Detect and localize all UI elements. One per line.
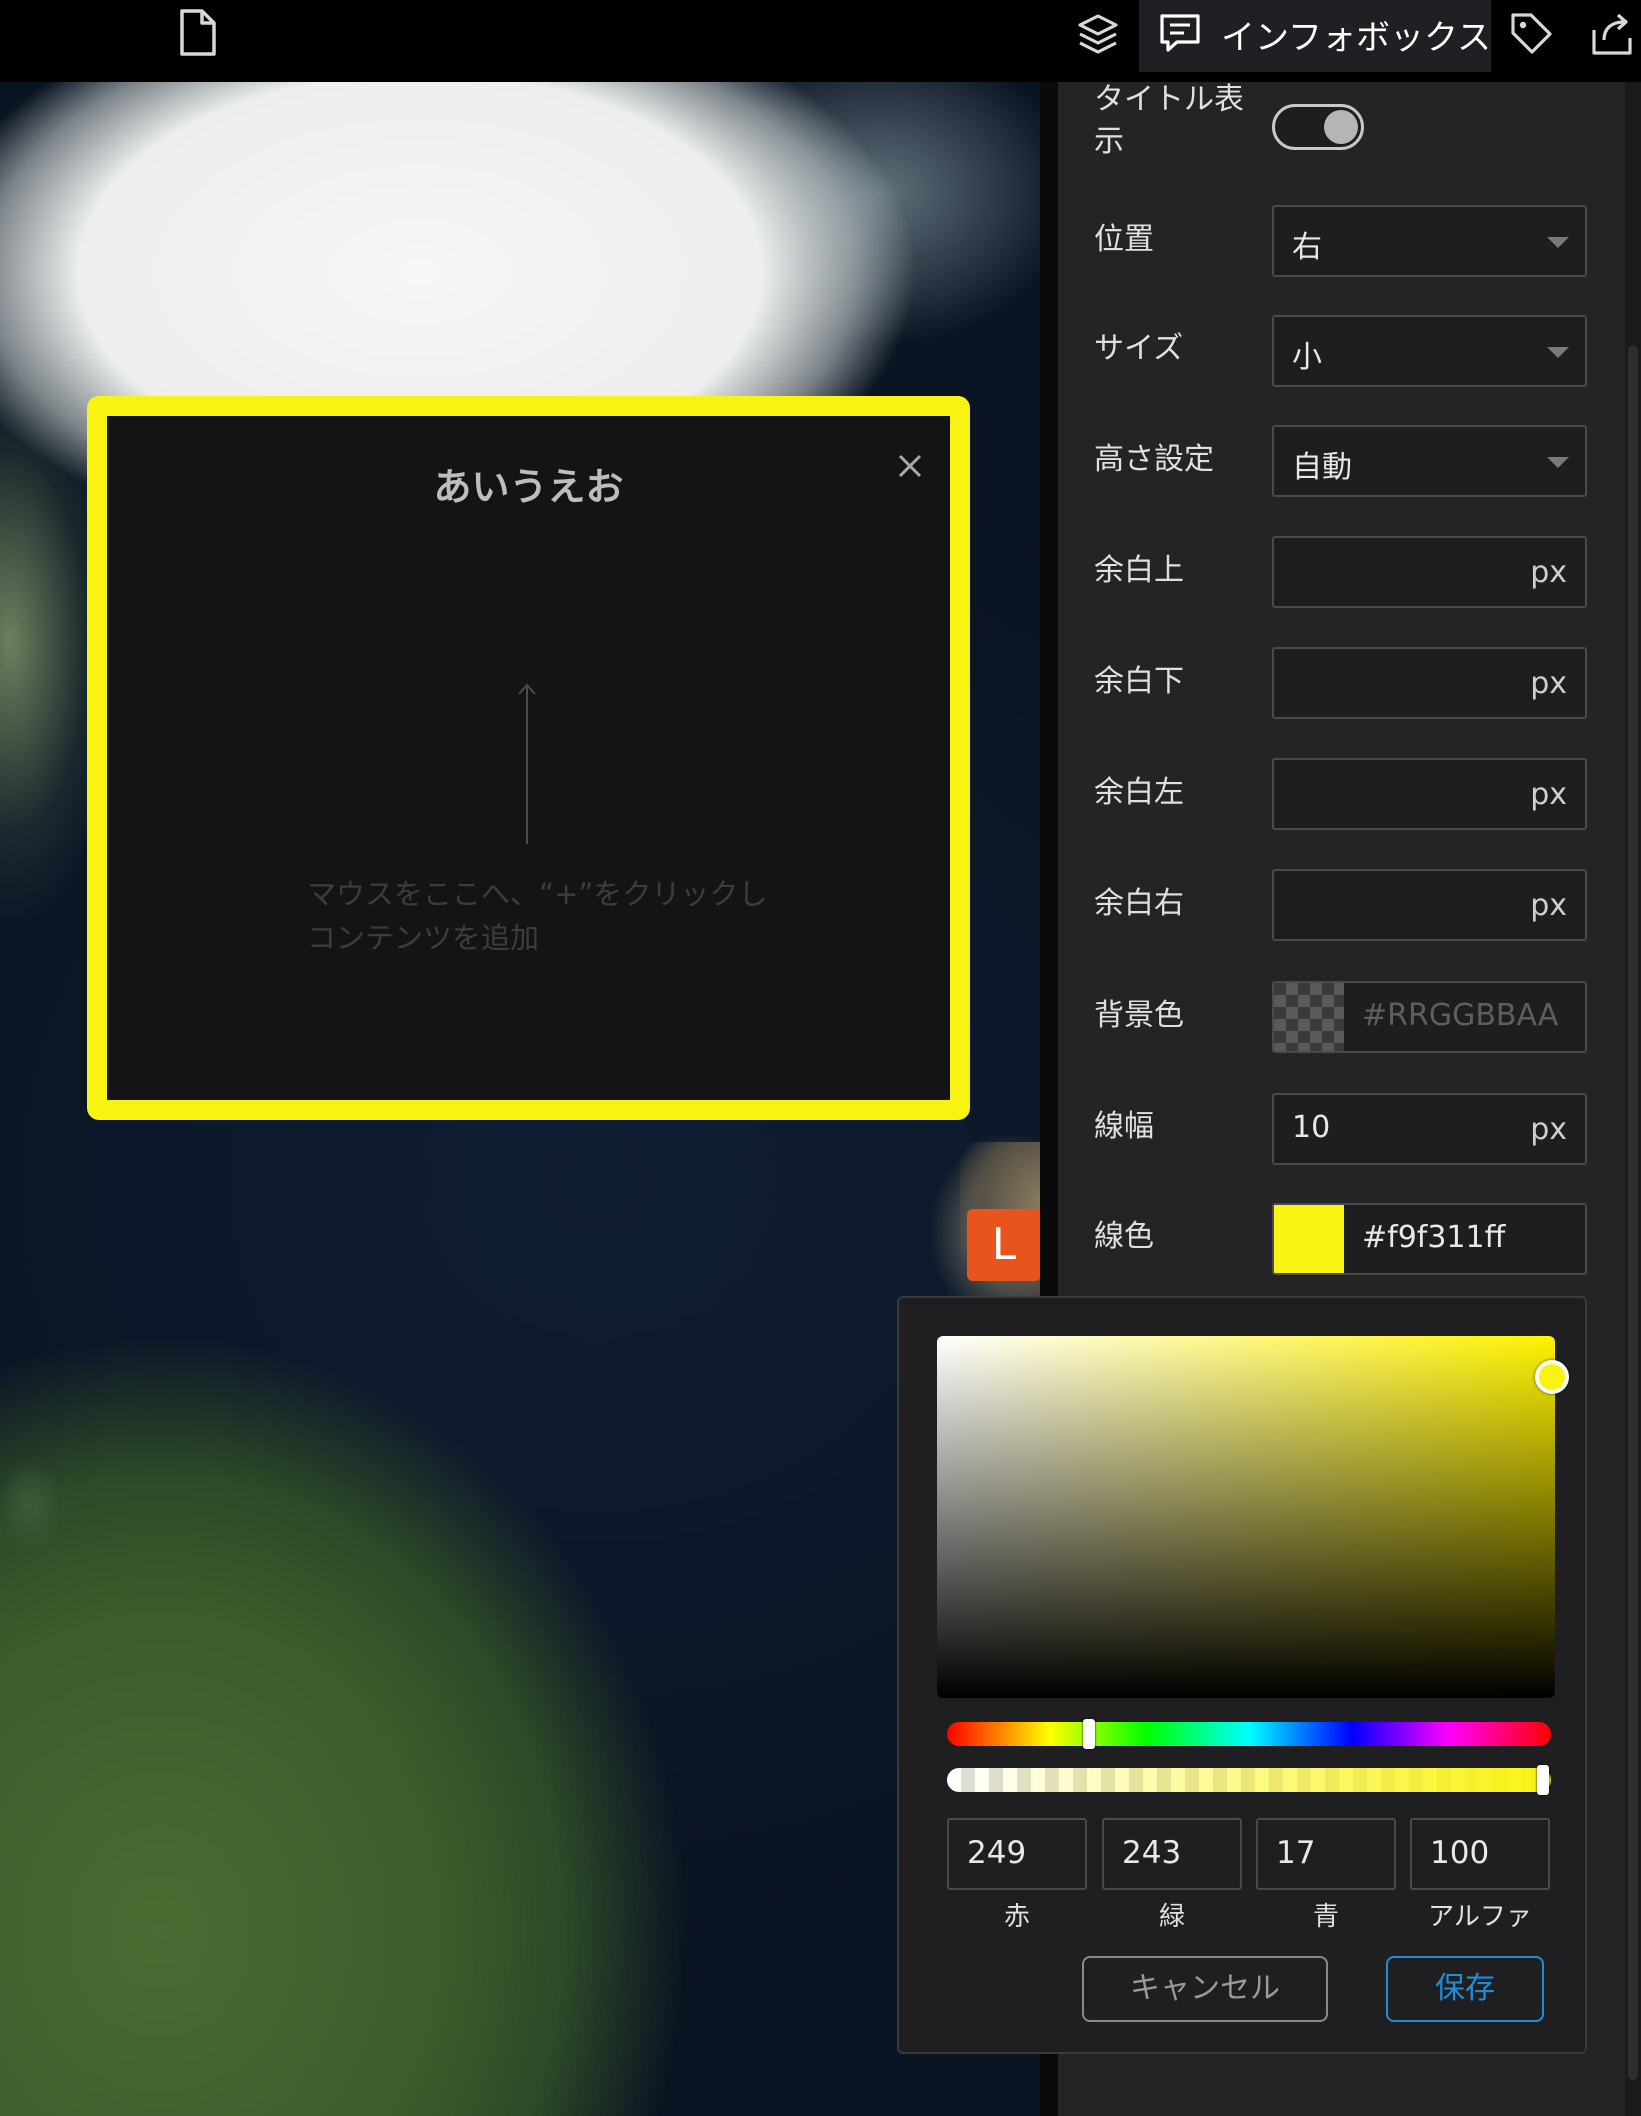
border-width-label: 線幅 xyxy=(1094,1109,1154,1144)
export-icon[interactable] xyxy=(1590,10,1636,58)
hint-line-1: マウスをここへ、“+”をクリックし xyxy=(307,877,768,911)
green-input[interactable]: 243 xyxy=(1102,1818,1242,1890)
margin-left-input[interactable]: px xyxy=(1272,758,1587,830)
infobox-preview: あいうえお マウスをここへ、“+”をクリックし コンテンツを追加 xyxy=(87,396,970,1120)
red-label: 赤 xyxy=(1003,1902,1030,1932)
border-color-label: 線色 xyxy=(1094,1219,1154,1254)
margin-right-input[interactable]: px xyxy=(1272,869,1587,941)
toggle-knob xyxy=(1324,110,1358,144)
background-color-placeholder: #RRGGBBAA xyxy=(1362,998,1559,1033)
cancel-button[interactable]: キャンセル xyxy=(1082,1956,1328,2022)
unit-label: px xyxy=(1530,777,1567,812)
position-label: 位置 xyxy=(1094,222,1154,257)
height-value: 自動 xyxy=(1292,450,1352,485)
color-cursor[interactable] xyxy=(1535,1360,1569,1394)
color-picker: 249 赤 243 緑 17 青 100 アルファ キャンセル 保存 xyxy=(897,1296,1587,2054)
infobox-title: あいうえお xyxy=(433,465,624,509)
add-content-hint[interactable]: マウスをここへ、“+”をクリックし コンテンツを追加 xyxy=(307,872,767,960)
position-select[interactable]: 右 xyxy=(1272,205,1587,277)
alpha-input[interactable]: 100 xyxy=(1410,1818,1550,1890)
chevron-down-icon xyxy=(1547,347,1569,358)
border-width-value: 10 xyxy=(1292,1110,1331,1145)
file-icon[interactable] xyxy=(176,8,220,58)
border-color-value: #f9f311ff xyxy=(1362,1220,1506,1255)
unit-label: px xyxy=(1530,555,1567,590)
scrollbar-thumb[interactable] xyxy=(1628,345,1638,2080)
top-toolbar: インフォボックス xyxy=(0,0,1641,82)
chevron-down-icon xyxy=(1547,237,1569,248)
unit-label: px xyxy=(1530,666,1567,701)
size-value: 小 xyxy=(1292,340,1322,375)
position-value: 右 xyxy=(1292,230,1322,265)
title-display-toggle[interactable] xyxy=(1272,104,1364,150)
tag-icon[interactable] xyxy=(1508,10,1554,56)
saturation-value-area[interactable] xyxy=(937,1336,1569,1698)
map-land-patch xyxy=(0,1462,60,1552)
alpha-slider[interactable] xyxy=(947,1765,1551,1795)
background-color-input[interactable]: #RRGGBBAA xyxy=(1272,981,1587,1053)
height-label: 高さ設定 xyxy=(1094,442,1214,477)
hue-handle[interactable] xyxy=(1083,1719,1095,1749)
height-select[interactable]: 自動 xyxy=(1272,425,1587,497)
alpha-label: アルファ xyxy=(1428,1902,1532,1932)
map-marker-l[interactable]: L xyxy=(967,1209,1041,1281)
tab-infobox-label: インフォボックス xyxy=(1221,18,1491,58)
tab-infobox[interactable]: インフォボックス xyxy=(1139,0,1491,72)
border-color-input[interactable]: #f9f311ff xyxy=(1272,1203,1587,1275)
close-icon[interactable] xyxy=(888,444,932,488)
unit-label: px xyxy=(1530,888,1567,923)
chevron-down-icon xyxy=(1547,457,1569,468)
margin-bottom-input[interactable]: px xyxy=(1272,647,1587,719)
blue-label: 青 xyxy=(1312,1902,1339,1932)
blue-input[interactable]: 17 xyxy=(1256,1818,1396,1890)
size-select[interactable]: 小 xyxy=(1272,315,1587,387)
hue-slider[interactable] xyxy=(947,1719,1551,1749)
border-width-input[interactable]: 10 px xyxy=(1272,1093,1587,1165)
arrow-up-icon xyxy=(518,683,536,844)
size-label: サイズ xyxy=(1094,331,1184,366)
green-label: 緑 xyxy=(1158,1902,1185,1932)
save-button[interactable]: 保存 xyxy=(1386,1956,1544,2022)
margin-right-label: 余白右 xyxy=(1094,886,1184,921)
margin-bottom-label: 余白下 xyxy=(1094,664,1184,699)
margin-top-label: 余白上 xyxy=(1094,553,1184,588)
unit-label: px xyxy=(1530,1112,1567,1147)
margin-left-label: 余白左 xyxy=(1094,775,1184,810)
alpha-handle[interactable] xyxy=(1537,1765,1549,1795)
margin-top-input[interactable]: px xyxy=(1272,536,1587,608)
background-color-swatch[interactable] xyxy=(1274,983,1344,1051)
border-color-swatch[interactable] xyxy=(1274,1205,1344,1273)
layers-icon[interactable] xyxy=(1075,11,1121,57)
background-color-label: 背景色 xyxy=(1094,998,1184,1033)
chat-icon xyxy=(1160,14,1200,52)
hint-line-2: コンテンツを追加 xyxy=(307,921,540,955)
title-display-label: タイトル表 示 xyxy=(1094,82,1244,159)
red-input[interactable]: 249 xyxy=(947,1818,1087,1890)
